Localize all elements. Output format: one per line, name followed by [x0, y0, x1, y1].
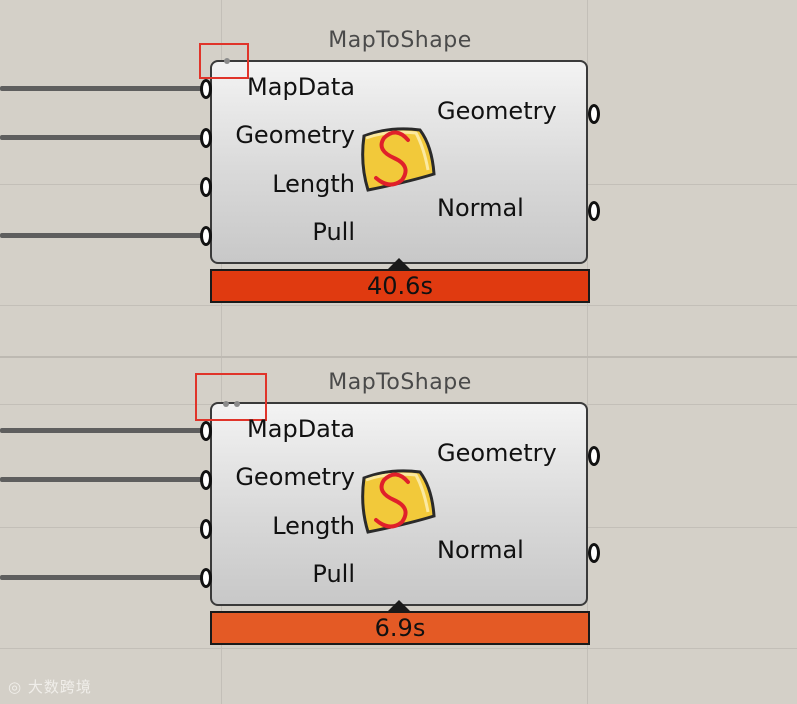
input-label-length: Length — [272, 512, 355, 540]
output-port-normal[interactable] — [588, 543, 600, 563]
highlight-box — [195, 373, 267, 421]
status-dot — [224, 58, 230, 64]
input-wire[interactable] — [0, 135, 206, 140]
input-label-length: Length — [272, 170, 355, 198]
watermark: ◎ 大数跨境 — [8, 676, 92, 697]
input-wire[interactable] — [0, 477, 206, 482]
section-divider — [0, 356, 797, 358]
status-dot — [223, 401, 229, 407]
output-port-normal[interactable] — [588, 201, 600, 221]
input-label-geometry: Geometry — [235, 121, 355, 149]
grid-line — [0, 305, 797, 306]
surface-map-icon — [361, 469, 436, 534]
grid-line — [0, 648, 797, 649]
input-wire[interactable] — [0, 233, 206, 238]
input-label-geometry: Geometry — [235, 463, 355, 491]
input-wire[interactable] — [0, 86, 206, 91]
input-label-mapdata: MapData — [247, 73, 355, 101]
output-label-normal: Normal — [437, 194, 524, 222]
profiler-timer: 40.6s — [210, 269, 590, 303]
input-label-pull: Pull — [312, 218, 355, 246]
input-label-pull: Pull — [312, 560, 355, 588]
input-wire[interactable] — [0, 428, 206, 433]
output-port-geometry[interactable] — [588, 446, 600, 466]
profiler-timer: 6.9s — [210, 611, 590, 645]
component-title: MapToShape — [328, 370, 472, 395]
component-title: MapToShape — [328, 28, 472, 53]
input-label-mapdata: MapData — [247, 415, 355, 443]
surface-map-icon — [361, 127, 436, 192]
watermark-logo-icon: ◎ — [8, 678, 23, 696]
output-label-normal: Normal — [437, 536, 524, 564]
watermark-text: 大数跨境 — [27, 678, 92, 696]
status-dot — [234, 401, 240, 407]
input-wire[interactable] — [0, 575, 206, 580]
output-label-geometry: Geometry — [437, 97, 557, 125]
output-port-geometry[interactable] — [588, 104, 600, 124]
output-label-geometry: Geometry — [437, 439, 557, 467]
